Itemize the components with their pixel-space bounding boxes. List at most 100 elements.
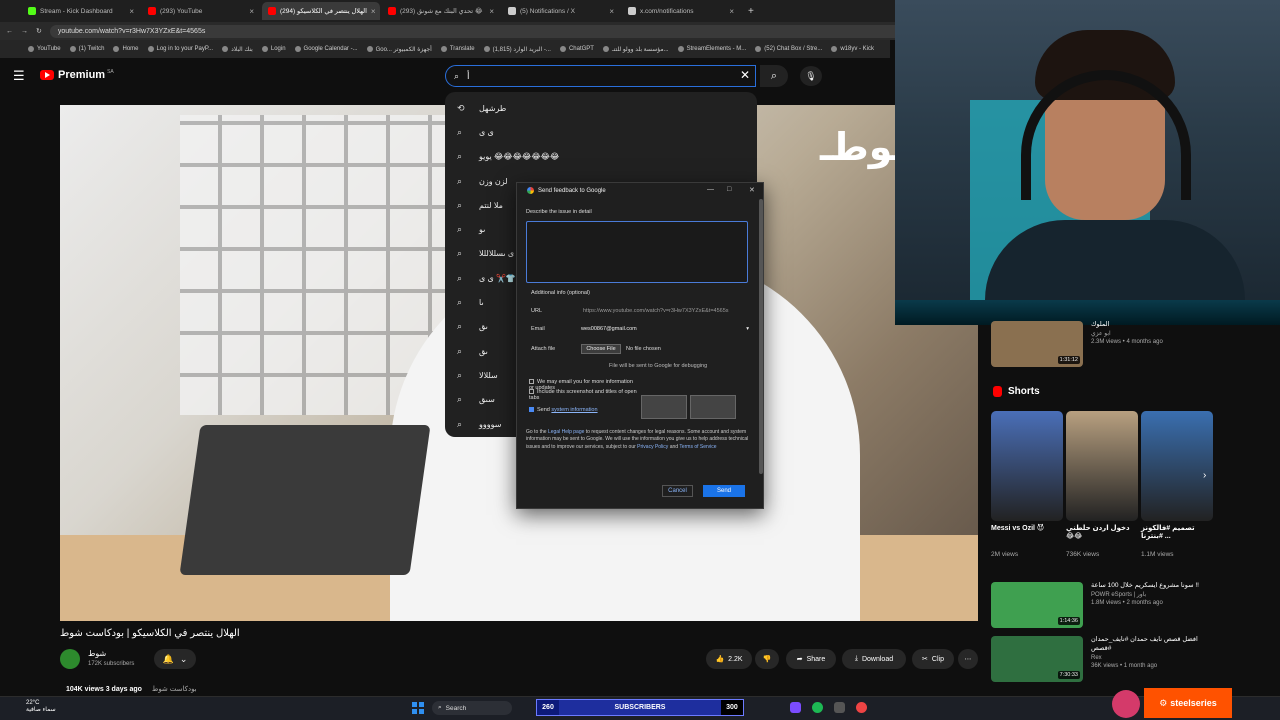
new-tab-button[interactable]: +: [748, 6, 754, 17]
back-icon[interactable]: ←: [6, 28, 13, 35]
bookmark-item[interactable]: (52) Chat Box / Stre...: [755, 46, 822, 52]
choose-file-button[interactable]: Choose File: [581, 344, 621, 354]
privacy-policy-link[interactable]: Privacy Policy: [637, 444, 668, 450]
windows-start-icon[interactable]: [412, 702, 424, 714]
browser-tab[interactable]: (293) YouTube ×: [142, 2, 260, 20]
bookmark-item[interactable]: Log in to your PayP...: [147, 46, 214, 52]
issue-textarea[interactable]: [526, 221, 748, 283]
bookmark-item[interactable]: البريد الوارد (1,815) -...: [483, 46, 551, 53]
tab-close-icon[interactable]: ×: [609, 7, 614, 16]
tab-close-icon[interactable]: ×: [489, 7, 494, 16]
menu-icon[interactable]: ☰: [13, 68, 25, 84]
bookmark-item[interactable]: YouTube: [28, 46, 61, 52]
chevron-right-icon[interactable]: ›: [1203, 470, 1206, 481]
bookmark-item[interactable]: Goo... أجهزة الكمبيوتر: [366, 46, 432, 53]
video-thumbnail[interactable]: 7:30:33: [991, 636, 1083, 682]
short-title[interactable]: تصميم #فالكونز #بنترنا ...: [1141, 525, 1213, 542]
browser-tab[interactable]: (294) الهلال ينتصر في الكلاسيكو ×: [262, 2, 380, 20]
short-thumbnail[interactable]: [991, 411, 1063, 521]
forward-icon[interactable]: →: [21, 28, 28, 35]
bookmark-item[interactable]: Google Calendar -...: [294, 46, 358, 52]
channel-name[interactable]: شوط: [88, 649, 106, 658]
search-input[interactable]: ⌕ أ: [445, 65, 756, 87]
checkbox[interactable]: [529, 389, 534, 395]
email-label: Email: [531, 326, 545, 332]
send-button[interactable]: Send: [703, 485, 745, 497]
suggestion-item[interactable]: ⌕ ى ى: [445, 120, 757, 144]
screenshot-thumbnail[interactable]: [690, 395, 736, 419]
minimize-icon[interactable]: —: [707, 186, 714, 193]
related-video[interactable]: 1:14:36 سونا مشروع ايسكريم خلال 100 ساعة …: [991, 582, 1206, 628]
short-thumbnail[interactable]: [1066, 411, 1138, 521]
option-include-screenshot[interactable]: Include this screenshot and titles of op…: [529, 389, 639, 401]
bookmark-item[interactable]: Home: [113, 46, 139, 52]
clip-button[interactable]: ✂ Clip: [912, 649, 954, 669]
browser-tab[interactable]: x.com/notifications ×: [622, 2, 740, 20]
checkbox[interactable]: [529, 379, 534, 385]
bookmark-item[interactable]: مؤسسة بلد وولو للتنـ...: [602, 46, 669, 53]
terms-link[interactable]: Terms of Service: [679, 444, 716, 450]
cancel-button[interactable]: Cancel: [662, 485, 693, 497]
url-field[interactable]: https://www.youtube.com/watch?v=r3Hw7X3Y…: [583, 308, 749, 314]
url-field[interactable]: youtube.com/watch?v=r3Hw7X3YZxE&t=4565s: [49, 24, 910, 38]
youtube-logo[interactable]: Premium SA: [40, 69, 114, 81]
screenshot-thumbnail[interactable]: [641, 395, 687, 419]
tab-close-icon[interactable]: ×: [129, 7, 134, 16]
checkbox-checked[interactable]: [529, 407, 534, 413]
more-actions-button[interactable]: ⋯: [958, 649, 978, 669]
clear-search-icon[interactable]: ✕: [740, 68, 750, 82]
video-thumbnail[interactable]: 1:31:12: [991, 321, 1083, 367]
browser-tab[interactable]: Stream - Kick Dashboard ×: [22, 2, 140, 20]
notification-bell-button[interactable]: 🔔 ⌄: [154, 649, 196, 669]
bookmark-label: Log in to your PayP...: [156, 46, 214, 52]
suggestion-item[interactable]: ⟲ طرشهل: [445, 96, 757, 120]
view-count: 104K views: [66, 686, 104, 693]
tab-close-icon[interactable]: ×: [371, 7, 376, 16]
short-title[interactable]: دخول اردن حلطني 😂😂: [1066, 525, 1138, 542]
bookmark-label: Login: [270, 46, 286, 52]
close-icon[interactable]: ✕: [749, 186, 755, 194]
video-tag[interactable]: بودكاست شوط: [152, 686, 197, 693]
dialog-scrollbar[interactable]: [759, 199, 763, 474]
bookmark-item[interactable]: w18yv - Kick: [831, 46, 874, 52]
email-select[interactable]: wes00867@gmail.com ▾: [581, 324, 749, 334]
maximize-icon[interactable]: □: [727, 186, 731, 193]
tab-close-icon[interactable]: ×: [729, 7, 734, 16]
search-button[interactable]: ⌕: [760, 65, 788, 87]
related-video[interactable]: 7:30:33 افضل قصص نايف حمدان #نايف_حمدان #…: [991, 636, 1206, 682]
short-thumbnail[interactable]: [1141, 411, 1213, 521]
legal-help-link[interactable]: Legal Help page: [548, 429, 584, 435]
channel-avatar[interactable]: [60, 649, 80, 669]
tab-close-icon[interactable]: ×: [249, 7, 254, 16]
option-system-info[interactable]: Send system information: [529, 407, 639, 413]
taskbar-search[interactable]: ⌕ Search: [432, 701, 512, 715]
chrome-icon[interactable]: [856, 702, 867, 713]
system-info-link[interactable]: system information: [551, 407, 597, 413]
bookmark-item[interactable]: StreamElements - M...: [677, 46, 746, 52]
bookmark-item[interactable]: بنك البلاد: [222, 46, 253, 53]
like-button[interactable]: 👍 2.2K: [706, 649, 752, 669]
bookmark-item[interactable]: ChatGPT: [559, 46, 594, 52]
bookmark-item[interactable]: Login: [261, 46, 286, 52]
suggestion-item[interactable]: ⌕ يويو 😂😂😂😂😂😂😂: [445, 145, 757, 169]
short-title[interactable]: Messi vs Ozil 😈: [991, 525, 1063, 533]
weather-widget[interactable]: 22°C سماء صافية: [26, 700, 56, 714]
video-thumbnail[interactable]: 1:14:36: [991, 582, 1083, 628]
reload-icon[interactable]: ↻: [36, 27, 42, 35]
related-video-top[interactable]: 1:31:12 الملوك ابو عزي 2.3M views • 4 mo…: [991, 321, 1206, 367]
bookmarks-bar: YouTube (1) Twitch Home Log in to your PayP…: [0, 40, 890, 58]
chevron-down-icon: ⌄: [179, 653, 188, 664]
share-button[interactable]: ➦ Share: [786, 649, 836, 669]
bookmark-item[interactable]: (1) Twitch: [69, 46, 104, 52]
bookmark-item[interactable]: Translate: [440, 46, 475, 52]
option-label: Include this screenshot and titles of op…: [529, 389, 637, 401]
microphone-icon[interactable]: 🎙: [800, 66, 822, 86]
download-button[interactable]: ⤓ Download: [842, 649, 906, 669]
dislike-button[interactable]: 👎: [755, 649, 779, 669]
spotify-icon[interactable]: [812, 702, 823, 713]
app-icon[interactable]: [834, 702, 845, 713]
discord-icon[interactable]: [790, 702, 801, 713]
browser-tab[interactable]: (5) Notifications / X ×: [502, 2, 620, 20]
bookmark-icon: [222, 46, 229, 52]
browser-tab[interactable]: (293) تحدي البنك مع شونق 😂 ×: [382, 2, 500, 20]
